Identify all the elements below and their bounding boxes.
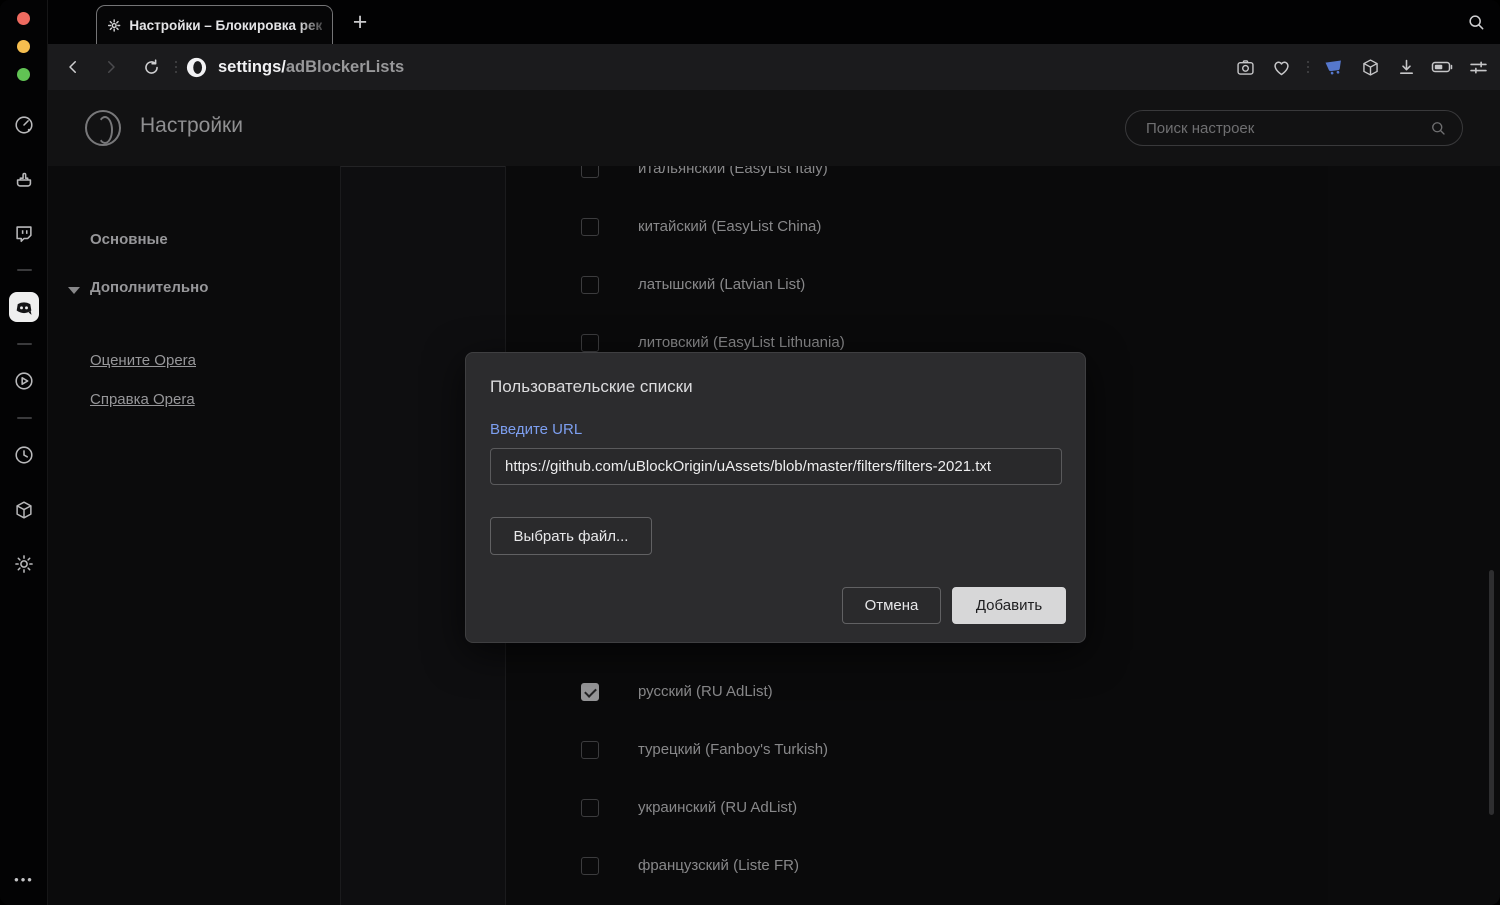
nav-item-advanced[interactable]: Дополнительно: [90, 279, 208, 296]
url-path-secondary: adBlockerLists: [285, 57, 405, 76]
page-title: Настройки: [140, 114, 243, 137]
discord-icon[interactable]: [9, 292, 39, 322]
speed-dial-icon[interactable]: [12, 113, 36, 137]
address-separator: [174, 61, 177, 73]
nav-item-basic[interactable]: Основные: [90, 231, 168, 248]
history-clock-icon[interactable]: [12, 443, 36, 467]
list-item-label: литовский (EasyList Lithuania): [638, 334, 845, 351]
chevron-down-icon: [68, 287, 80, 294]
checkbox[interactable]: [581, 683, 599, 701]
back-button[interactable]: [58, 52, 88, 82]
sidebar-more-button[interactable]: •••: [0, 872, 48, 887]
add-button[interactable]: Добавить: [952, 587, 1066, 624]
download-icon[interactable]: [1394, 55, 1418, 79]
window-close-button[interactable]: [17, 12, 30, 25]
nav-link-rate-opera[interactable]: Оцените Opera: [90, 352, 196, 369]
window-zoom-button[interactable]: [17, 68, 30, 81]
custom-lists-dialog: Пользовательские списки Введите URL Выбр…: [465, 352, 1086, 643]
settings-search[interactable]: [1125, 110, 1463, 146]
url-text[interactable]: settings/adBlockerLists: [218, 58, 404, 77]
tab-settings[interactable]: Настройки – Блокировка рекл: [96, 5, 333, 44]
address-bar-actions: [1233, 44, 1490, 90]
list-item-label: итальянский (EasyList Italy): [638, 166, 828, 177]
list-item-label: турецкий (Fanboy's Turkish): [638, 741, 829, 758]
opera-badge-icon[interactable]: [185, 56, 208, 79]
tab-title-fade: [298, 6, 332, 44]
nav-link-help-opera[interactable]: Справка Opera: [90, 391, 195, 408]
list-item-label: русский (RU AdList): [638, 683, 773, 700]
list-item-label: украинский (RU AdList): [638, 799, 798, 816]
tab-gear-icon: [107, 18, 121, 32]
tab-search-icon[interactable]: [1466, 12, 1486, 32]
tab-bar: Настройки – Блокировка рекл +: [48, 0, 1500, 44]
cube-icon[interactable]: [1358, 55, 1382, 79]
box-icon[interactable]: [12, 498, 36, 522]
window-minimize-button[interactable]: [17, 40, 30, 53]
list-item-label: китайский (EasyList China): [638, 218, 822, 235]
snapshot-camera-icon[interactable]: [1233, 55, 1257, 79]
checkbox[interactable]: [581, 857, 599, 875]
checkbox[interactable]: [581, 741, 599, 759]
sidebar-divider: [17, 269, 32, 271]
list-url-input[interactable]: [490, 448, 1062, 485]
twitch-icon[interactable]: [12, 221, 36, 245]
settings-header: Настройки: [48, 90, 1500, 166]
url-path-primary: settings/: [218, 57, 286, 76]
checkbox[interactable]: [581, 799, 599, 817]
settings-gear-icon[interactable]: [12, 552, 36, 576]
brush-icon[interactable]: [12, 168, 36, 192]
sidebar-divider: [17, 343, 32, 345]
forward-button[interactable]: [96, 52, 126, 82]
list-item-label: французский (Liste FR): [638, 857, 799, 874]
browser-window: ••• Настройки – Блокировка рекл + settin…: [0, 0, 1500, 905]
battery-icon[interactable]: [1430, 55, 1454, 79]
checkbox[interactable]: [581, 276, 599, 294]
address-bar: settings/adBlockerLists: [48, 44, 1500, 90]
checkbox[interactable]: [581, 166, 599, 178]
checkbox[interactable]: [581, 218, 599, 236]
search-icon: [1429, 119, 1447, 137]
shopping-cart-icon[interactable]: [1322, 55, 1346, 79]
reload-button[interactable]: [136, 52, 166, 82]
tune-sliders-icon[interactable]: [1466, 55, 1490, 79]
opera-logo-icon: [85, 110, 121, 146]
url-input-label: Введите URL: [490, 421, 583, 438]
address-separator: [1306, 61, 1309, 73]
bookmark-heart-icon[interactable]: [1269, 55, 1293, 79]
tab-title: Настройки – Блокировка рекл: [129, 17, 322, 33]
list-item-label: латышский (Latvian List): [638, 276, 806, 293]
player-icon[interactable]: [12, 369, 36, 393]
sidebar-divider: [17, 417, 32, 419]
settings-search-input[interactable]: [1125, 110, 1463, 146]
checkbox[interactable]: [581, 334, 599, 352]
scrollbar-thumb[interactable]: [1489, 570, 1494, 815]
choose-file-button[interactable]: Выбрать файл...: [490, 517, 652, 555]
cancel-button[interactable]: Отмена: [842, 587, 941, 624]
dialog-title: Пользовательские списки: [490, 377, 693, 396]
new-tab-button[interactable]: +: [343, 5, 377, 39]
sidebar: •••: [0, 0, 48, 905]
